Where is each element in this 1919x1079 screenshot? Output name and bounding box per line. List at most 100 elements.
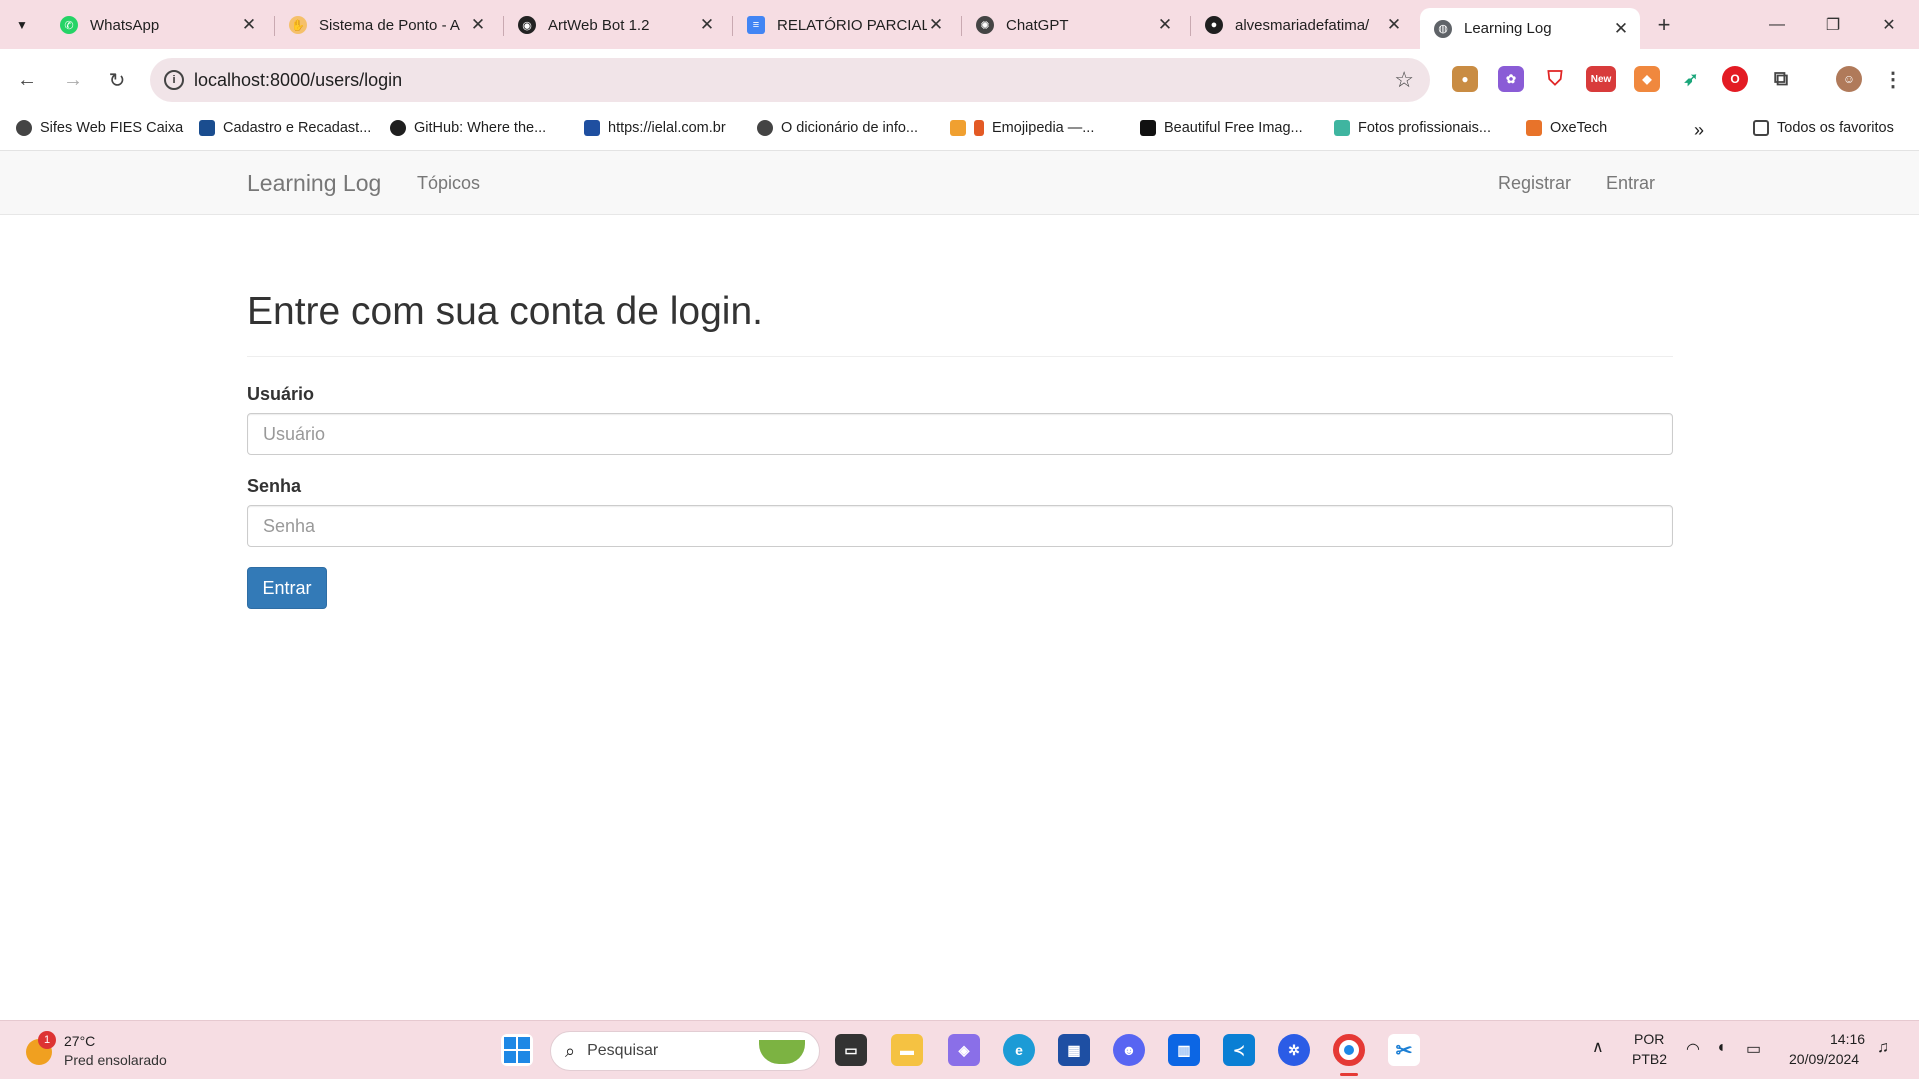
browser-toolbar: ← → ↻ i localhost:8000/users/login ☆ ● ✿…	[0, 49, 1919, 110]
reload-button[interactable]: ↻	[102, 65, 132, 95]
discord-icon[interactable]: ☻	[1113, 1034, 1145, 1066]
close-icon[interactable]: ✕	[469, 15, 487, 35]
tab-whatsapp[interactable]: ✆ WhatsApp ✕	[46, 8, 268, 42]
bowl-icon	[759, 1040, 805, 1064]
close-window-button[interactable]: ✕	[1867, 8, 1911, 42]
bookmark-emojipedia[interactable]: Emojipedia —...	[950, 120, 1094, 136]
close-icon[interactable]: ✕	[1612, 19, 1630, 39]
keyboard-layout[interactable]: PTB2	[1632, 1051, 1667, 1067]
all-bookmarks-folder[interactable]: Todos os favoritos	[1753, 120, 1894, 136]
file-explorer-icon[interactable]: ▬	[891, 1034, 923, 1066]
bookmark-unsplash[interactable]: Beautiful Free Imag...	[1140, 120, 1303, 136]
tab-search-button[interactable]: ▼	[0, 8, 44, 42]
globe-icon	[16, 120, 32, 136]
vscode-icon[interactable]: ≺	[1223, 1034, 1255, 1066]
more-menu-icon[interactable]: ⋮	[1880, 66, 1906, 92]
close-icon[interactable]: ✕	[240, 15, 258, 35]
folder-icon	[1753, 120, 1769, 136]
edge-icon[interactable]: e	[1003, 1034, 1035, 1066]
puzzle-extensions-icon[interactable]: ⧉	[1768, 66, 1794, 92]
bookmark-ielal[interactable]: https://ielal.com.br	[584, 120, 726, 136]
battery-icon[interactable]: ▭	[1746, 1039, 1761, 1059]
login-submit-button[interactable]: Entrar	[247, 567, 327, 609]
new-extension-icon[interactable]: New	[1586, 66, 1616, 92]
nav-topics-link[interactable]: Tópicos	[417, 173, 480, 194]
url-text[interactable]: localhost:8000/users/login	[194, 70, 402, 91]
settings-app-icon[interactable]: ✲	[1278, 1034, 1310, 1066]
metamask-extension-icon[interactable]: ◆	[1634, 66, 1660, 92]
password-input[interactable]	[247, 505, 1673, 547]
new-tab-button[interactable]: +	[1642, 8, 1686, 42]
chevron-double-right-icon: »	[1694, 120, 1705, 140]
flower-extension-icon[interactable]: ✿	[1498, 66, 1524, 92]
active-app-indicator	[1340, 1073, 1358, 1076]
username-label: Usuário	[247, 384, 315, 404]
bookmark-sifes[interactable]: Sifes Web FIES Caixa	[16, 120, 183, 136]
snipping-tool-icon[interactable]: ✂	[1388, 1034, 1420, 1066]
bookmark-github[interactable]: GitHub: Where the...	[390, 120, 546, 136]
tab-github[interactable]: ● alvesmariadefatima/ ✕	[1191, 8, 1413, 42]
clock-date[interactable]: 20/09/2024	[1789, 1051, 1859, 1067]
tab-relatorio[interactable]: ≡ RELATÓRIO PARCIAL ✕	[733, 8, 955, 42]
nav-register-link[interactable]: Registrar	[1498, 173, 1571, 194]
cookie-extension-icon[interactable]: ●	[1452, 66, 1478, 92]
page-title: Entre com sua conta de login.	[247, 290, 763, 333]
restore-button[interactable]: ❐	[1811, 8, 1855, 42]
tab-artweb[interactable]: ◉ ArtWeb Bot 1.2 ✕	[504, 8, 726, 42]
weather-widget[interactable]: 1 27°C Pred ensolarado	[24, 1031, 184, 1071]
more-bookmarks-button[interactable]: »	[1694, 120, 1704, 141]
unsplash-icon	[1140, 120, 1156, 136]
close-icon[interactable]: ✕	[1156, 15, 1174, 35]
close-icon[interactable]: ✕	[698, 15, 716, 35]
globe-icon	[757, 120, 773, 136]
notification-bell-icon[interactable]: ♫	[1877, 1039, 1889, 1057]
bookmark-dicionario[interactable]: O dicionário de info...	[757, 120, 918, 136]
chatgpt-icon: ✺	[976, 16, 994, 34]
brand-link[interactable]: Learning Log	[247, 170, 381, 197]
github-icon	[390, 120, 406, 136]
tab-chatgpt[interactable]: ✺ ChatGPT ✕	[962, 8, 1184, 42]
site-info-icon[interactable]: i	[164, 70, 184, 90]
hand-icon: ✋	[289, 16, 307, 34]
arrow-right-icon: →	[63, 68, 83, 91]
password-label: Senha	[247, 476, 302, 496]
store-icon[interactable]: ▦	[1058, 1034, 1090, 1066]
tab-sistema-ponto[interactable]: ✋ Sistema de Ponto - A ✕	[275, 8, 497, 42]
username-input[interactable]	[247, 413, 1673, 455]
task-view-icon[interactable]: ▭	[835, 1034, 867, 1066]
globe-icon: ◍	[1434, 19, 1452, 38]
taskbar-search[interactable]: ⌕ Pesquisar	[550, 1031, 820, 1071]
copilot-icon[interactable]: ◈	[948, 1034, 980, 1066]
bird-extension-icon[interactable]: ➶	[1678, 66, 1704, 92]
close-icon[interactable]: ✕	[927, 15, 945, 35]
v-logo-icon	[199, 120, 215, 136]
tab-learning-log[interactable]: ◍ Learning Log ✕	[1420, 8, 1640, 49]
whatsapp-icon: ✆	[60, 16, 78, 34]
profile-avatar[interactable]: ☺	[1836, 66, 1862, 92]
bookmark-oxetech[interactable]: OxeTech	[1526, 120, 1607, 136]
clock-time[interactable]: 14:16	[1830, 1031, 1865, 1047]
chrome-icon[interactable]	[1333, 1034, 1365, 1066]
minimize-button[interactable]: —	[1755, 8, 1799, 42]
nav-login-link[interactable]: Entrar	[1606, 173, 1655, 194]
opera-extension-icon[interactable]: O	[1722, 66, 1748, 92]
bookmark-fotos[interactable]: Fotos profissionais...	[1334, 120, 1491, 136]
forward-button[interactable]: →	[58, 65, 88, 95]
start-button[interactable]	[501, 1034, 533, 1066]
volume-icon[interactable]: ◖	[1716, 1039, 1726, 1057]
wifi-icon[interactable]: ◠	[1686, 1039, 1700, 1059]
shield-extension-icon[interactable]: ⛉	[1542, 66, 1568, 92]
artweb-icon: ◉	[518, 16, 536, 34]
pexels-icon	[1334, 120, 1350, 136]
star-icon[interactable]: ☆	[1394, 67, 1414, 93]
address-bar[interactable]: i localhost:8000/users/login ☆	[150, 58, 1430, 102]
bookmark-cadastro[interactable]: Cadastro e Recadast...	[199, 120, 371, 136]
language-indicator[interactable]: POR	[1634, 1031, 1664, 1047]
close-icon[interactable]: ✕	[1385, 15, 1403, 35]
back-button[interactable]: ←	[12, 65, 42, 95]
search-icon: ⌕	[565, 1040, 576, 1061]
search-placeholder: Pesquisar	[587, 1042, 659, 1059]
ielal-icon	[584, 120, 600, 136]
chevron-up-icon[interactable]: ∧	[1592, 1037, 1604, 1057]
trello-icon[interactable]: ▥	[1168, 1034, 1200, 1066]
